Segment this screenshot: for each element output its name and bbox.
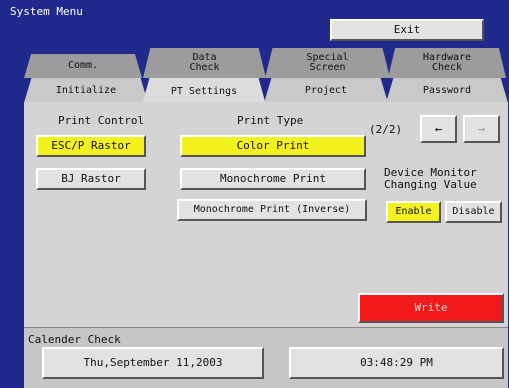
tab-data-check[interactable]: Data Check [143, 48, 266, 78]
tab-pt-settings[interactable]: PT Settings [142, 78, 266, 105]
tab-hardware-check[interactable]: Hardware Check [388, 48, 506, 78]
bj-rastor-button[interactable]: BJ Rastor [36, 168, 146, 190]
tab-comm[interactable]: Comm. [24, 54, 142, 78]
prev-page-button[interactable]: ← [420, 115, 457, 143]
window-title: System Menu [10, 5, 83, 18]
monochrome-print-button[interactable]: Monochrome Print [180, 168, 366, 190]
page-indicator: (2/2) [369, 123, 403, 136]
tab-password[interactable]: Password [386, 78, 508, 103]
time-display[interactable]: 03:48:29 PM [289, 347, 504, 379]
monochrome-print-inverse-button[interactable]: Monochrome Print (Inverse) [177, 199, 367, 221]
write-button[interactable]: Write [358, 293, 504, 323]
color-print-button[interactable]: Color Print [180, 135, 366, 157]
enable-button[interactable]: Enable [386, 201, 441, 223]
device-monitor-heading: Device Monitor Changing Value [384, 166, 477, 192]
disable-button[interactable]: Disable [445, 201, 502, 223]
tab-project[interactable]: Project [264, 78, 388, 103]
exit-button[interactable]: Exit [330, 19, 484, 41]
esc-p-rastor-button[interactable]: ESC/P Rastor [36, 135, 146, 157]
print-type-heading: Print Type [237, 114, 304, 127]
next-page-button[interactable]: → [463, 115, 500, 143]
tab-special-screen[interactable]: Special Screen [265, 48, 390, 78]
tab-initialize[interactable]: Initialize [24, 78, 148, 103]
date-display[interactable]: Thu,September 11,2003 [42, 347, 264, 379]
calendar-heading: Calender Check [28, 333, 121, 346]
print-control-heading: Print Control [58, 114, 145, 127]
